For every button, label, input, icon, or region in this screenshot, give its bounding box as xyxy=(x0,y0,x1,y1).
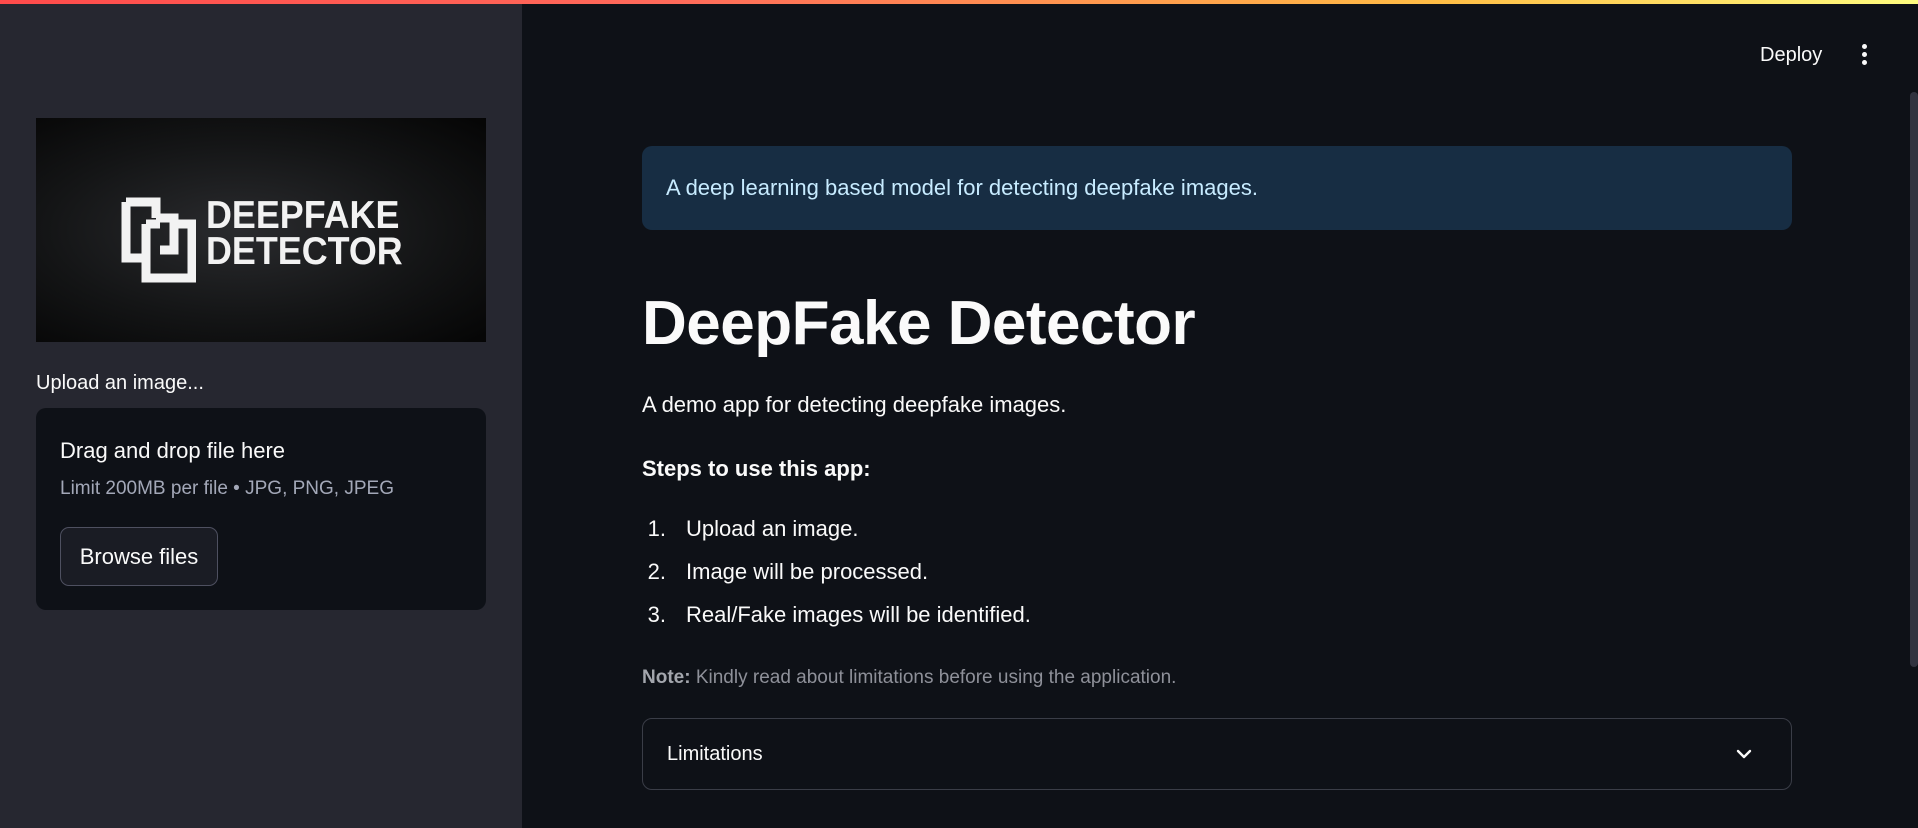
note-label: Note: xyxy=(642,667,691,688)
browse-files-button[interactable]: Browse files xyxy=(60,527,218,586)
logo-text: DEEPFAKE DETECTOR xyxy=(206,194,403,273)
steps-heading: Steps to use this app: xyxy=(642,456,871,481)
step-text: Upload an image. xyxy=(686,516,859,541)
logo-line2: DETECTOR xyxy=(206,230,403,273)
step-text: Image will be processed. xyxy=(686,559,929,584)
step-text: Real/Fake images will be identified. xyxy=(686,602,1031,627)
step-number: 1. xyxy=(647,516,666,541)
logo-mark-icon xyxy=(121,197,196,283)
limitations-expander[interactable]: Limitations xyxy=(642,718,1792,790)
logo-line1: DEEPFAKE xyxy=(206,194,400,237)
step-number: 2. xyxy=(647,559,666,584)
step-item: 2. Image will be processed. xyxy=(642,559,1031,602)
step-item: 3. Real/Fake images will be identified. xyxy=(642,602,1031,645)
sidebar: DEEPFAKE DETECTOR Upload an image... Dra… xyxy=(0,0,522,828)
deploy-button[interactable]: Deploy xyxy=(1760,44,1822,67)
step-number: 3. xyxy=(647,602,666,627)
dropzone-limit-text: Limit 200MB per file • JPG, PNG, JPEG xyxy=(60,478,394,499)
deepfake-detector-logo: DEEPFAKE DETECTOR xyxy=(36,118,486,342)
limitations-note: Note: Kindly read about limitations befo… xyxy=(642,667,1176,689)
app-description: A demo app for detecting deepfake images… xyxy=(642,392,1067,417)
dropzone-title: Drag and drop file here xyxy=(60,438,286,463)
steps-list: 1. Upload an image. 2. Image will be pro… xyxy=(642,516,1031,645)
upload-label: Upload an image... xyxy=(36,372,204,394)
info-alert: A deep learning based model for detectin… xyxy=(642,146,1792,230)
step-item: 1. Upload an image. xyxy=(642,516,1031,559)
chevron-down-icon xyxy=(1736,749,1752,759)
top-decoration-bar xyxy=(0,0,1918,4)
note-text: Kindly read about limitations before usi… xyxy=(690,667,1177,688)
main-scrollbar[interactable] xyxy=(1910,92,1918,667)
file-dropzone[interactable]: Drag and drop file here Limit 200MB per … xyxy=(36,408,486,610)
kebab-menu-icon[interactable] xyxy=(1858,44,1870,68)
page-title: DeepFake Detector xyxy=(642,289,1196,358)
expander-label: Limitations xyxy=(667,742,763,765)
